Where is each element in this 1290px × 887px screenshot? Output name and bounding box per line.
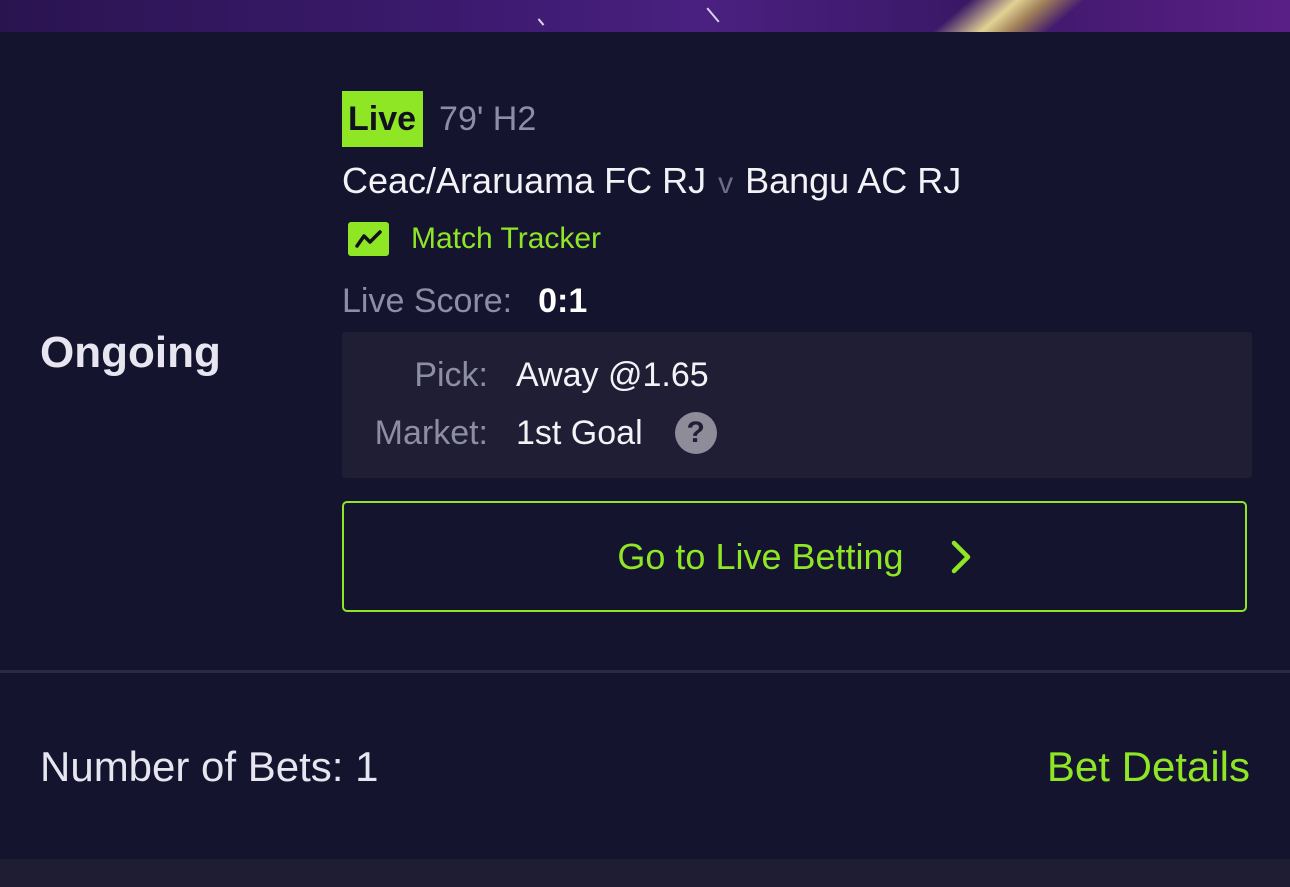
pick-value: Away @1.65 bbox=[516, 355, 709, 394]
bet-summary-footer: Number of Bets: 1 Bet Details bbox=[0, 673, 1290, 859]
live-betting-button-label: Go to Live Betting bbox=[617, 535, 904, 577]
banner-light-streak bbox=[905, 0, 1115, 32]
go-to-live-betting-button[interactable]: Go to Live Betting bbox=[342, 501, 1247, 612]
pick-label: Pick: bbox=[414, 355, 488, 394]
number-of-bets: Number of Bets: 1 bbox=[40, 743, 379, 790]
live-score-label: Live Score: bbox=[342, 282, 513, 320]
bet-history-page: Ongoing Live 79' H2 Ceac/Araruama FC RJ v… bbox=[0, 0, 1290, 887]
banner-sparkle bbox=[706, 7, 720, 23]
promo-banner[interactable] bbox=[0, 0, 1290, 32]
bet-details-link[interactable]: Bet Details bbox=[1047, 743, 1250, 791]
live-status-row: Live 79' H2 bbox=[342, 91, 536, 147]
bet-status-label: Ongoing bbox=[40, 328, 221, 377]
pick-row: Pick: Away @1.65 bbox=[342, 350, 709, 400]
live-score-value: 0:1 bbox=[538, 282, 588, 320]
versus-separator: v bbox=[718, 167, 734, 200]
chart-line-icon bbox=[348, 222, 389, 256]
live-badge: Live bbox=[342, 91, 424, 147]
market-row: Market: 1st Goal ? bbox=[342, 408, 717, 458]
chevron-right-icon bbox=[950, 539, 972, 575]
match-tracker-label: Match Tracker bbox=[411, 222, 602, 255]
market-label: Market: bbox=[374, 413, 488, 452]
pick-details-panel: Pick: Away @1.65 Market: 1st Goal ? bbox=[342, 332, 1252, 478]
help-icon[interactable]: ? bbox=[674, 412, 717, 454]
market-value: 1st Goal bbox=[516, 413, 643, 452]
match-tracker-link[interactable]: Match Tracker bbox=[348, 222, 601, 256]
banner-sparkle bbox=[537, 18, 545, 26]
bet-card: Ongoing Live 79' H2 Ceac/Araruama FC RJ v… bbox=[0, 32, 1290, 670]
home-team: Ceac/Araruama FC RJ bbox=[342, 160, 707, 201]
match-teams[interactable]: Ceac/Araruama FC RJ v Bangu AC RJ bbox=[342, 160, 961, 202]
match-time: 79' H2 bbox=[439, 99, 537, 138]
away-team: Bangu AC RJ bbox=[745, 160, 962, 201]
next-card-edge bbox=[0, 859, 1290, 887]
live-score-row: Live Score: 0:1 bbox=[342, 282, 587, 321]
